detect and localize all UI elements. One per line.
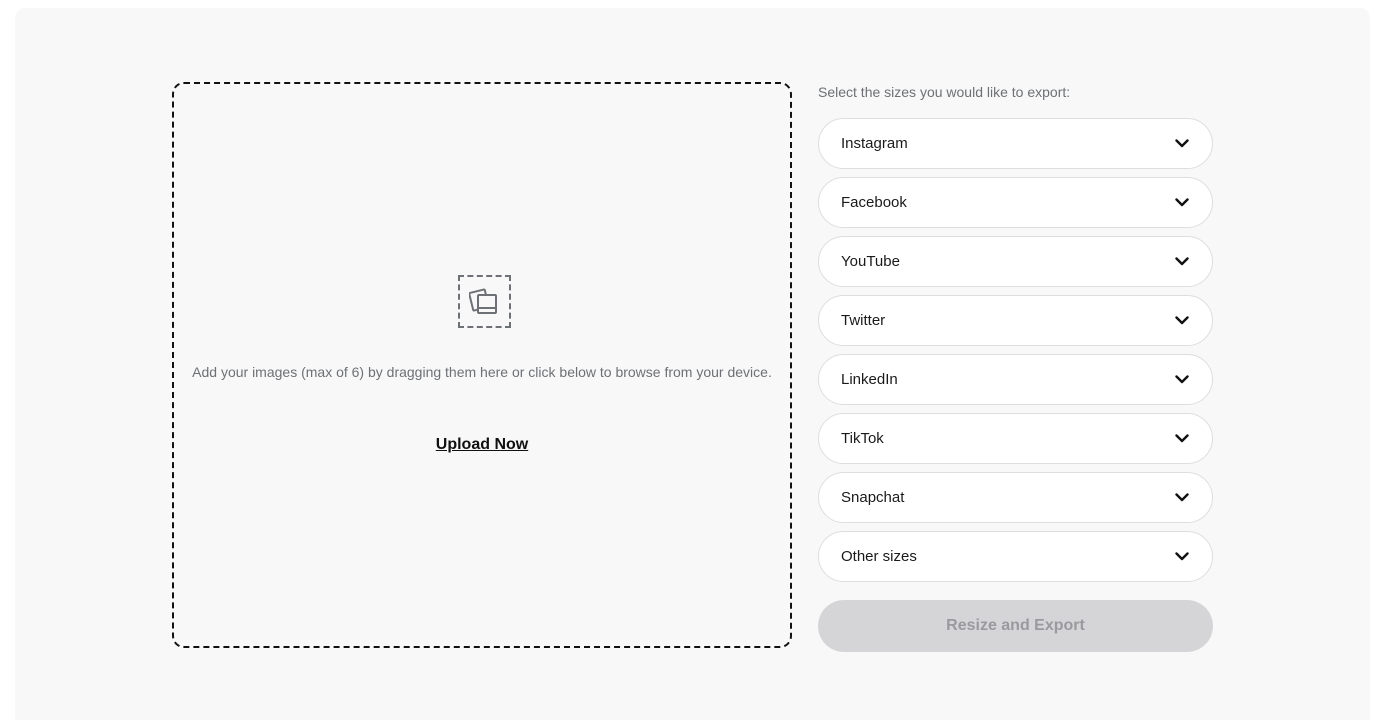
resize-and-export-button[interactable]: Resize and Export xyxy=(818,600,1213,652)
size-label: YouTube xyxy=(841,253,900,270)
photos-icon xyxy=(458,275,511,328)
chevron-down-icon xyxy=(1174,433,1190,445)
size-label: LinkedIn xyxy=(841,371,898,388)
chevron-down-icon xyxy=(1174,374,1190,386)
chevron-down-icon xyxy=(1174,315,1190,327)
size-dropdown-other-sizes[interactable]: Other sizes xyxy=(818,531,1213,582)
size-dropdown-instagram[interactable]: Instagram xyxy=(818,118,1213,169)
size-label: Snapchat xyxy=(841,489,905,506)
sizes-heading: Select the sizes you would like to expor… xyxy=(818,84,1071,100)
chevron-down-icon xyxy=(1174,197,1190,209)
size-dropdown-tiktok[interactable]: TikTok xyxy=(818,413,1213,464)
size-dropdown-twitter[interactable]: Twitter xyxy=(818,295,1213,346)
size-label: Other sizes xyxy=(841,548,917,565)
image-dropzone[interactable]: Add your images (max of 6) by dragging t… xyxy=(172,82,792,648)
chevron-down-icon xyxy=(1174,256,1190,268)
chevron-down-icon xyxy=(1174,551,1190,563)
chevron-down-icon xyxy=(1174,492,1190,504)
size-dropdown-facebook[interactable]: Facebook xyxy=(818,177,1213,228)
size-label: TikTok xyxy=(841,430,884,447)
upload-now-link[interactable]: Upload Now xyxy=(436,436,528,453)
size-label: Twitter xyxy=(841,312,886,329)
dropzone-instructions: Add your images (max of 6) by dragging t… xyxy=(192,364,772,380)
size-dropdown-linkedin[interactable]: LinkedIn xyxy=(818,354,1213,405)
size-label: Instagram xyxy=(841,135,908,152)
size-label: Facebook xyxy=(841,194,907,211)
size-options-list: Instagram Facebook YouTube Twitter Linke… xyxy=(818,118,1213,590)
size-dropdown-snapchat[interactable]: Snapchat xyxy=(818,472,1213,523)
size-dropdown-youtube[interactable]: YouTube xyxy=(818,236,1213,287)
chevron-down-icon xyxy=(1174,138,1190,150)
